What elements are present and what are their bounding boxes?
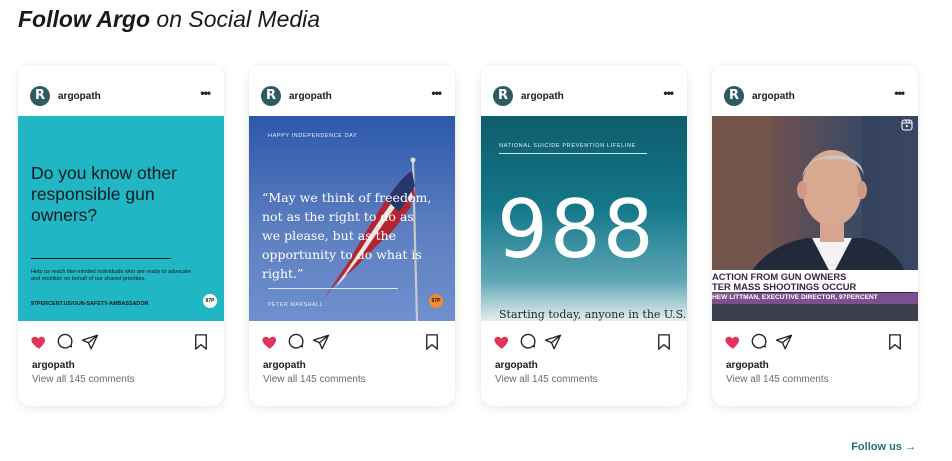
section-title: Follow Argo on Social Media	[18, 6, 320, 33]
post-image[interactable]: Do you know other responsible gun owners…	[18, 116, 224, 321]
post-image-author: PETER MARSHALL	[268, 302, 324, 308]
more-icon[interactable]: •••	[894, 87, 905, 99]
brand-badge: 97P	[203, 294, 217, 308]
reels-icon	[901, 119, 913, 131]
bookmark-icon[interactable]	[423, 333, 441, 351]
share-icon[interactable]	[775, 333, 793, 351]
post-header: R argopath •••	[481, 65, 687, 116]
post-username[interactable]: argopath	[289, 91, 332, 102]
follow-us-label: Follow us	[851, 441, 902, 453]
view-comments-link[interactable]: View all 145 comments	[32, 374, 135, 385]
divider	[268, 288, 398, 289]
heart-icon[interactable]	[30, 333, 48, 351]
post-video-thumbnail[interactable]: ACTION FROM GUN OWNERS TER MASS SHOOTING…	[712, 116, 918, 321]
more-icon[interactable]: •••	[200, 87, 211, 99]
bookmark-icon[interactable]	[192, 333, 210, 351]
avatar[interactable]: R	[724, 86, 744, 106]
share-icon[interactable]	[312, 333, 330, 351]
post-image-headline: Do you know other responsible gun owners…	[31, 163, 177, 225]
post-image-bottom-text: Starting today, anyone in the U.S.	[499, 308, 687, 321]
comment-icon[interactable]	[56, 333, 74, 351]
share-icon[interactable]	[81, 333, 99, 351]
post-header: R argopath •••	[249, 65, 455, 116]
post-header: R argopath •••	[712, 65, 918, 116]
post-footer-username[interactable]: argopath	[263, 360, 306, 371]
follow-us-link[interactable]: Follow us →	[851, 441, 916, 453]
bookmark-icon[interactable]	[655, 333, 673, 351]
news-banner-line-2: TER MASS SHOOTINGS OCCUR	[712, 281, 857, 292]
post-image[interactable]: HAPPY INDEPENDENCE DAY “May we think of …	[249, 116, 455, 321]
avatar[interactable]: R	[493, 86, 513, 106]
post-image-top-text: NATIONAL SUICIDE PREVENTION LIFELINE	[499, 143, 636, 149]
view-comments-link[interactable]: View all 145 comments	[263, 374, 366, 385]
view-comments-link[interactable]: View all 145 comments	[495, 374, 598, 385]
comment-icon[interactable]	[287, 333, 305, 351]
post-image-top-text: HAPPY INDEPENDENCE DAY	[268, 133, 358, 139]
divider	[499, 153, 647, 154]
heart-icon[interactable]	[724, 333, 742, 351]
post-footer-username[interactable]: argopath	[495, 360, 538, 371]
comment-icon[interactable]	[750, 333, 768, 351]
post-actions	[18, 331, 224, 353]
post-actions	[249, 331, 455, 353]
post-username[interactable]: argopath	[58, 91, 101, 102]
brand-badge: 97P	[429, 294, 443, 308]
news-ticker	[712, 304, 918, 321]
post-footer-username[interactable]: argopath	[726, 360, 769, 371]
instagram-post-card[interactable]: R argopath ••• NATIONAL SUICIDE PREVENTI…	[481, 65, 687, 406]
comment-icon[interactable]	[519, 333, 537, 351]
post-header: R argopath •••	[18, 65, 224, 116]
more-icon[interactable]: •••	[431, 87, 442, 99]
share-icon[interactable]	[544, 333, 562, 351]
instagram-post-card[interactable]: R argopath ••• ACTION FROM GUN OWNERS TE…	[712, 65, 918, 406]
post-image-url: 97PERCENT.US/GUN-SAFETY-AMBASSADOR	[31, 301, 149, 307]
arrow-right-icon: →	[905, 441, 916, 453]
section-title-rest: on Social Media	[150, 6, 321, 32]
instagram-post-card[interactable]: R argopath ••• HAPPY INDEPENDENCE DAY “M…	[249, 65, 455, 406]
post-actions	[712, 331, 918, 353]
divider	[31, 258, 171, 259]
news-lower-third-text: HEW LITTMAN, EXECUTIVE DIRECTOR, 97PERCE…	[712, 294, 878, 301]
heart-icon[interactable]	[261, 333, 279, 351]
post-image-body: Help us reach like-minded individuals wh…	[31, 269, 191, 283]
view-comments-link[interactable]: View all 145 comments	[726, 374, 829, 385]
post-username[interactable]: argopath	[752, 91, 795, 102]
post-actions	[481, 331, 687, 353]
avatar[interactable]: R	[261, 86, 281, 106]
post-image-quote: “May we think of freedom, not as the rig…	[262, 190, 432, 281]
avatar[interactable]: R	[30, 86, 50, 106]
bookmark-icon[interactable]	[886, 333, 904, 351]
section-title-bold: Follow Argo	[18, 6, 151, 32]
instagram-post-card[interactable]: R argopath ••• Do you know other respons…	[18, 65, 224, 406]
more-icon[interactable]: •••	[663, 87, 674, 99]
heart-icon[interactable]	[493, 333, 511, 351]
post-footer-username[interactable]: argopath	[32, 360, 75, 371]
post-image-number: 988	[497, 183, 656, 276]
post-username[interactable]: argopath	[521, 91, 564, 102]
post-image[interactable]: NATIONAL SUICIDE PREVENTION LIFELINE 988…	[481, 116, 687, 321]
